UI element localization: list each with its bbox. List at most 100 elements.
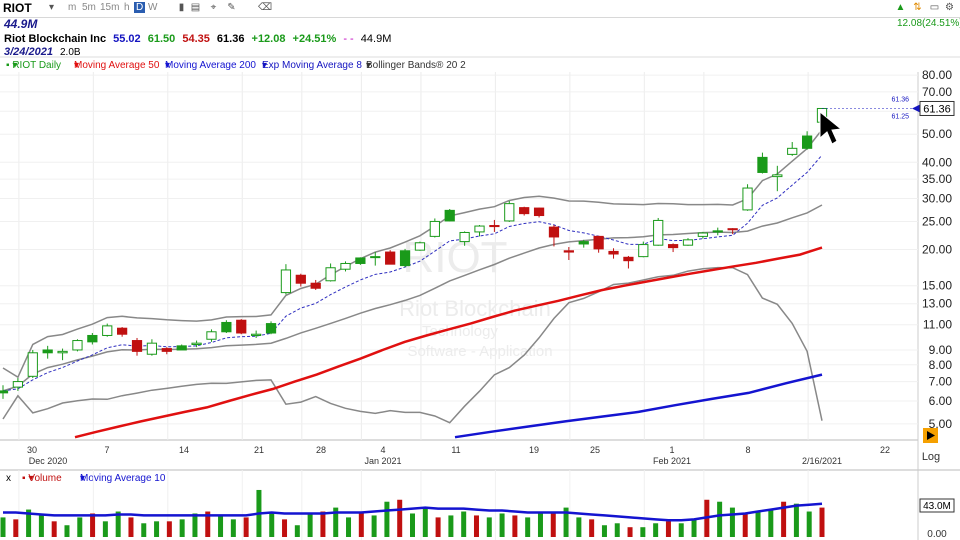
- volume-bar: [537, 513, 543, 537]
- candle-body: [131, 340, 143, 352]
- volume-base-label: 0.00: [927, 529, 947, 540]
- candle-body: [727, 228, 738, 231]
- current-price-label: 61.36: [923, 103, 951, 115]
- volume-bar: [640, 527, 646, 537]
- volume-bar: [346, 517, 352, 537]
- candle-body: [742, 187, 753, 211]
- volume-bar: [614, 523, 620, 537]
- volume-bar: [154, 521, 160, 537]
- bid-label: 61.36: [891, 96, 909, 103]
- ask-label: 61.25: [891, 113, 909, 120]
- volume-bar: [742, 513, 748, 537]
- price-chart[interactable]: 80.0070.0060.0050.0040.0035.0030.0025.00…: [0, 0, 960, 540]
- volume-current-label: 43.0M: [923, 501, 951, 512]
- price-tick-label: 15.00: [922, 279, 952, 293]
- volume-bar: [397, 499, 403, 537]
- price-tick-label: 20.00: [922, 243, 952, 257]
- candle-body: [102, 325, 113, 336]
- candle-body: [236, 319, 247, 334]
- candle-body: [548, 226, 560, 238]
- price-tick-label: 7.00: [929, 375, 953, 389]
- time-tick-label: Dec 2020: [29, 456, 68, 466]
- candle-body: [310, 282, 321, 289]
- time-tick-label: Jan 2021: [364, 456, 401, 466]
- volume-bar: [678, 523, 684, 537]
- time-tick-label: 30: [27, 445, 37, 455]
- volume-bar: [64, 525, 70, 537]
- candle-body: [280, 269, 292, 294]
- volume-bar: [461, 511, 467, 537]
- candle-body: [399, 250, 411, 267]
- price-tick-label: 6.00: [929, 394, 953, 408]
- price-tick-label: 50.00: [922, 127, 952, 141]
- candle-body: [355, 257, 366, 264]
- candle-body: [340, 262, 351, 270]
- volume-bar: [525, 517, 531, 537]
- candle-body: [206, 331, 217, 340]
- candle-body: [712, 230, 723, 233]
- candle-body: [593, 235, 604, 250]
- candle-body: [519, 207, 530, 215]
- volume-bar: [102, 521, 108, 537]
- candle-body: [176, 345, 187, 351]
- volume-bar: [13, 519, 19, 537]
- time-tick-label: 1: [669, 445, 674, 455]
- candle-body: [459, 231, 470, 243]
- candle-body: [295, 274, 306, 284]
- price-tick-label: 70.00: [922, 85, 952, 99]
- candle-body: [667, 244, 679, 249]
- candle-body: [533, 207, 545, 217]
- volume-bar: [307, 513, 313, 537]
- time-tick-label: 21: [254, 445, 264, 455]
- volume-bar: [384, 501, 390, 537]
- candle-body: [787, 147, 798, 155]
- candle-body: [117, 327, 128, 335]
- volume-bar: [819, 507, 825, 537]
- volume-bar: [499, 513, 505, 537]
- candle-body: [623, 256, 634, 262]
- price-tick-label: 11.00: [923, 318, 952, 332]
- candle-body: [638, 244, 649, 258]
- candle-body: [608, 250, 619, 255]
- volume-bar: [717, 501, 723, 537]
- volume-bar: [230, 519, 236, 537]
- candle-body: [563, 250, 574, 253]
- watermark-text: RIOT: [402, 233, 507, 282]
- candle-body: [578, 241, 589, 245]
- time-tick-label: 4: [380, 445, 385, 455]
- candle-body: [27, 352, 38, 377]
- volume-bar: [486, 517, 492, 537]
- candle-body: [444, 209, 455, 222]
- candle-body: [772, 174, 783, 178]
- candle-body: [57, 350, 68, 354]
- candle-body: [251, 333, 262, 336]
- ma200-line: [454, 373, 823, 439]
- candle-body: [325, 267, 336, 282]
- price-tick-label: 9.00: [929, 343, 953, 357]
- volume-bar: [269, 511, 275, 537]
- candle-body: [12, 381, 24, 388]
- volume-bar: [243, 517, 249, 537]
- candle-body: [474, 225, 485, 233]
- volume-bar: [294, 525, 300, 537]
- volume-bar: [90, 513, 96, 537]
- volume-bar: [627, 527, 633, 537]
- candle-body: [414, 242, 426, 251]
- volume-bar: [448, 515, 454, 537]
- candle-body: [191, 342, 202, 345]
- time-tick-label: 28: [316, 445, 326, 455]
- volume-bar: [729, 507, 735, 537]
- candle-body: [504, 203, 515, 222]
- volume-bar: [806, 511, 812, 537]
- candle-body: [801, 135, 813, 149]
- price-tick-label: 13.00: [922, 297, 952, 311]
- time-tick-label: Feb 2021: [653, 456, 691, 466]
- volume-bar: [0, 517, 6, 537]
- watermark-text: Software - Application: [407, 343, 552, 360]
- candle-body: [146, 342, 158, 355]
- time-tick-label: 8: [745, 445, 750, 455]
- time-tick-label: 7: [104, 445, 109, 455]
- volume-bar: [550, 511, 556, 537]
- volume-bar: [755, 511, 761, 537]
- candle-body: [697, 232, 708, 237]
